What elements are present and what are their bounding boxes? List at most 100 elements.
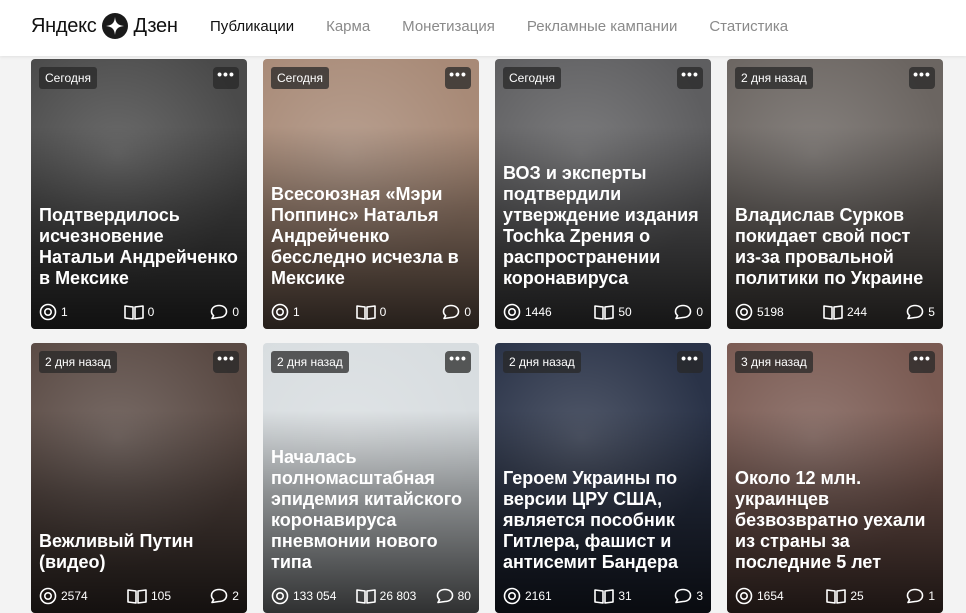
comment-icon: [442, 304, 464, 320]
reads-count: 26 803: [379, 589, 417, 603]
stat-comments: 0: [210, 304, 239, 320]
reads-count: 0: [147, 305, 155, 319]
eye-icon: [735, 587, 757, 605]
comments-count: 2: [232, 589, 239, 603]
stat-comments: 2: [210, 588, 239, 604]
comment-icon: [674, 588, 696, 604]
comments-count: 0: [232, 305, 239, 319]
comments-count: 0: [464, 305, 471, 319]
tab-karma[interactable]: Карма: [326, 18, 370, 35]
publication-card[interactable]: Сегодня ••• ВОЗ и эксперты подтвердили утв…: [495, 59, 711, 329]
comment-icon: [906, 304, 928, 320]
card-stats: 1 0 0: [39, 303, 239, 321]
more-dots-icon[interactable]: •••: [213, 351, 239, 373]
tab-statistics[interactable]: Статистика: [709, 18, 788, 35]
card-title: Героем Украины по версии ЦРУ США, являет…: [503, 468, 679, 572]
stat-reads: 50: [594, 304, 632, 320]
card-title: Началась полномасштабная эпидемия китайс…: [271, 447, 462, 572]
eye-icon: [503, 587, 525, 605]
comments-count: 0: [696, 305, 703, 319]
date-badge: 2 дня назад: [39, 351, 117, 373]
comments-count: 80: [457, 589, 471, 603]
stat-views: 1654: [735, 587, 784, 605]
reads-count: 31: [618, 589, 632, 603]
comment-icon: [674, 304, 696, 320]
more-dots-icon[interactable]: •••: [213, 67, 239, 89]
more-dots-icon[interactable]: •••: [909, 351, 935, 373]
publication-card[interactable]: 2 дня назад ••• Началась полномасштабная э…: [263, 343, 479, 613]
yandex-zen-logo[interactable]: Яндекс Дзен: [31, 12, 178, 40]
zen-star-icon: [102, 13, 129, 39]
views-count: 2574: [61, 589, 88, 603]
card-title: Владислав Сурков покидает свой пост из-з…: [735, 205, 924, 288]
book-icon: [594, 588, 618, 604]
book-icon: [355, 588, 380, 604]
more-dots-icon[interactable]: •••: [909, 67, 935, 89]
reads-count: 25: [850, 589, 864, 603]
stat-reads: 25: [826, 588, 864, 604]
stat-views: 5198: [735, 303, 784, 321]
eye-icon: [503, 303, 525, 321]
stat-reads: 0: [123, 304, 155, 320]
date-badge: Сегодня: [503, 67, 561, 89]
card-stats: 5198 244 5: [735, 303, 935, 321]
publication-card[interactable]: 2 дня назад ••• Вежливый Путин (видео) 2574…: [31, 343, 247, 613]
comment-icon: [210, 588, 232, 604]
card-title: Всесоюзная «Мэри Поппинс» Наталья Андрей…: [271, 184, 459, 288]
stat-reads: 31: [594, 588, 632, 604]
publication-card[interactable]: Сегодня ••• Подтвердилось исчезновение Нат…: [31, 59, 247, 329]
top-bar: Яндекс Дзен Публикации Карма Монетизация…: [0, 0, 966, 56]
stat-views: 1: [39, 303, 68, 321]
reads-count: 105: [150, 589, 172, 603]
date-badge: 3 дня назад: [735, 351, 813, 373]
stat-views: 133 054: [271, 587, 336, 605]
publication-card[interactable]: 3 дня назад ••• Около 12 млн. украинцев бе…: [727, 343, 943, 613]
more-dots-icon[interactable]: •••: [677, 67, 703, 89]
more-dots-icon[interactable]: •••: [445, 351, 471, 373]
card-title: Около 12 млн. украинцев безвозвратно уех…: [735, 468, 926, 572]
stat-comments: 0: [674, 304, 703, 320]
views-count: 1: [293, 305, 300, 319]
tab-publications[interactable]: Публикации: [210, 18, 294, 35]
comment-icon: [436, 588, 458, 604]
publication-card[interactable]: 2 дня назад ••• Владислав Сурков покидает …: [727, 59, 943, 329]
stat-comments: 3: [674, 588, 703, 604]
stat-comments: 1: [906, 588, 935, 604]
comments-count: 5: [928, 305, 935, 319]
date-badge: 2 дня назад: [735, 67, 813, 89]
card-stats: 2574 105 2: [39, 587, 239, 605]
views-count: 133 054: [293, 589, 337, 603]
more-dots-icon[interactable]: •••: [677, 351, 703, 373]
eye-icon: [735, 303, 757, 321]
stat-views: 2574: [39, 587, 88, 605]
stat-comments: 5: [906, 304, 935, 320]
book-icon: [594, 304, 618, 320]
card-stats: 1 0 0: [271, 303, 471, 321]
date-badge: Сегодня: [39, 67, 97, 89]
views-count: 5198: [757, 305, 784, 319]
views-count: 1654: [757, 589, 784, 603]
views-count: 1446: [525, 305, 552, 319]
stat-comments: 80: [436, 588, 471, 604]
publication-card[interactable]: Сегодня ••• Всесоюзная «Мэри Поппинс» Ната…: [263, 59, 479, 329]
card-stats: 1446 50 0: [503, 303, 703, 321]
book-icon: [355, 304, 380, 320]
date-badge: 2 дня назад: [503, 351, 581, 373]
card-title: ВОЗ и эксперты подтвердили утверждение и…: [503, 163, 699, 288]
eye-icon: [39, 587, 61, 605]
date-badge: Сегодня: [271, 67, 329, 89]
date-badge: 2 дня назад: [271, 351, 349, 373]
more-dots-icon[interactable]: •••: [445, 67, 471, 89]
publication-card[interactable]: 2 дня назад ••• Героем Украины по версии Ц…: [495, 343, 711, 613]
tab-monetization[interactable]: Монетизация: [402, 18, 495, 35]
book-icon: [826, 588, 850, 604]
comment-icon: [906, 588, 928, 604]
stat-reads: 105: [127, 588, 171, 604]
views-count: 1: [61, 305, 68, 319]
card-stats: 1654 25 1: [735, 587, 935, 605]
card-title: Вежливый Путин (видео): [39, 531, 194, 572]
reads-count: 0: [379, 305, 387, 319]
tab-ad-campaigns[interactable]: Рекламные кампании: [527, 18, 677, 35]
card-title: Подтвердилось исчезновение Натальи Андре…: [39, 205, 238, 288]
eye-icon: [271, 587, 293, 605]
